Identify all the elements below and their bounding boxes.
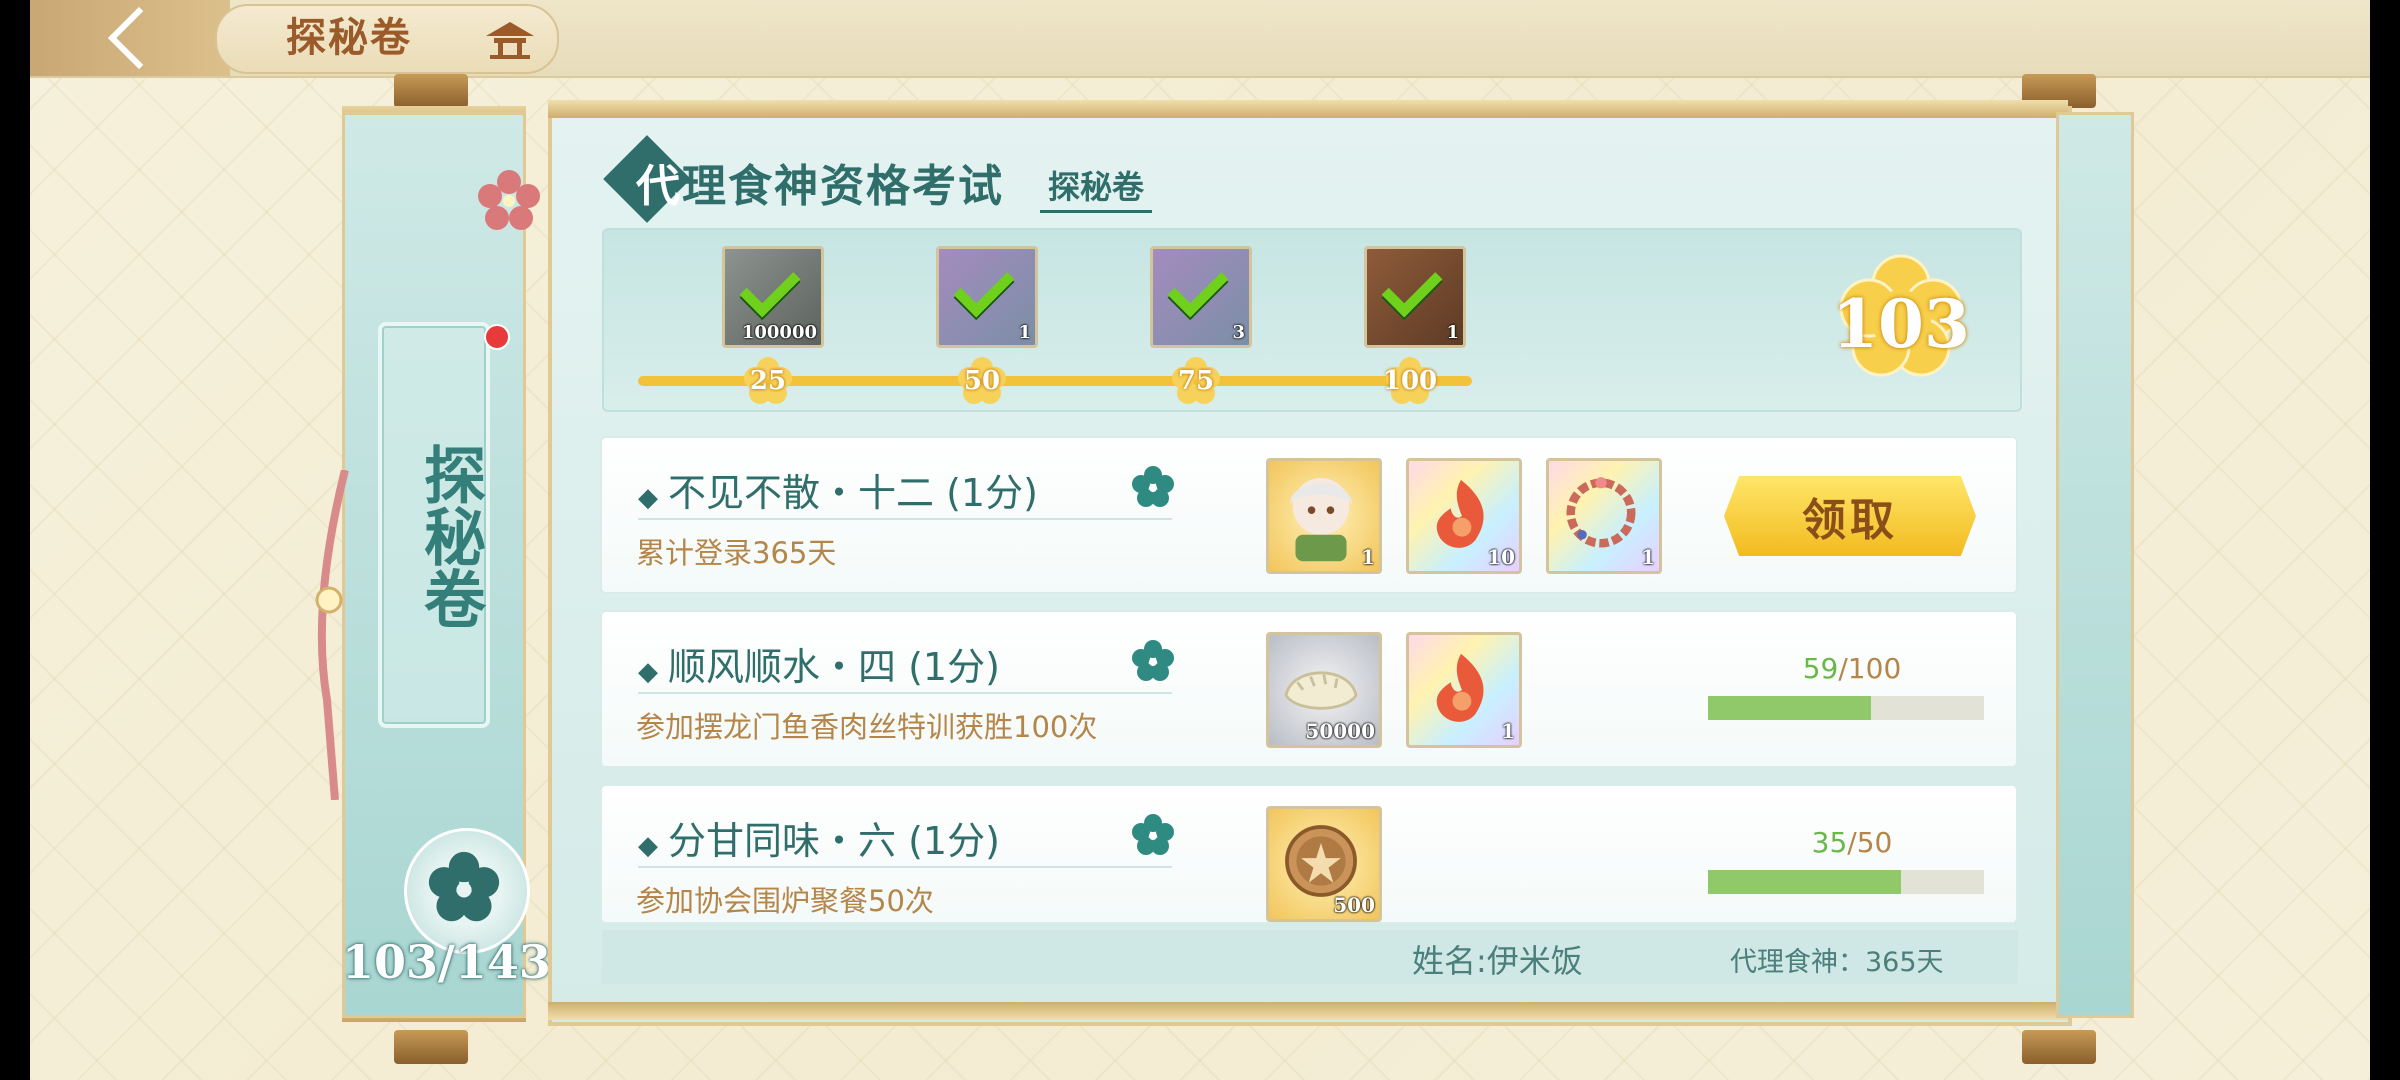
exam-title-rest: 理食神资格考试 xyxy=(682,161,1004,212)
player-name: 姓名:伊米饭 xyxy=(1412,942,1583,980)
notification-dot xyxy=(484,324,510,350)
progress-total: /50 xyxy=(1847,826,1893,859)
task-name-text: 顺风顺水・四 (1分) xyxy=(668,645,1000,689)
task-progress-text: 59/100 xyxy=(1712,652,1992,685)
task-row: ◆ 不见不散・十二 (1分) 累计登录365天 1 10 1 领取 xyxy=(600,436,2018,594)
pavilion-icon[interactable] xyxy=(482,16,538,60)
diamond-bullet-icon: ◆ xyxy=(638,831,658,861)
task-name: ◆ 不见不散・十二 (1分) xyxy=(638,462,1038,517)
reward-qty: 1 xyxy=(1018,322,1031,343)
reward-item[interactable]: 500 xyxy=(1266,806,1382,922)
check-icon xyxy=(1167,256,1229,318)
left-progress-count: 103/143 xyxy=(342,935,551,989)
tab-explore-scroll[interactable]: 探秘卷 xyxy=(1040,162,1153,213)
paper-bottom-edge xyxy=(548,1002,2068,1020)
reward-qty: 1 xyxy=(1641,545,1655,569)
reward-qty: 1 xyxy=(1446,322,1459,343)
milestone-reward-2[interactable]: 1 xyxy=(936,246,1038,348)
milestone-reward-3[interactable]: 3 xyxy=(1150,246,1252,348)
info-footer: 姓名:伊米饭 代理食神：365天 xyxy=(602,930,2018,984)
task-progress-bar xyxy=(1708,870,1984,894)
task-progress-text: 35/50 xyxy=(1712,826,1992,859)
top-bar: 探秘卷 xyxy=(30,0,2370,78)
plum-blossom-icon xyxy=(1132,640,1174,681)
progress-total: /100 xyxy=(1838,652,1902,685)
milestone-label: 25 xyxy=(749,366,787,396)
progress-fill xyxy=(1708,696,1871,720)
wreath-icon xyxy=(1566,477,1636,548)
diamond-bullet-icon: ◆ xyxy=(638,657,658,687)
page-title: 探秘卷 xyxy=(286,14,412,61)
paper-top-edge xyxy=(548,100,2068,118)
task-description: 参加协会围炉聚餐50次 xyxy=(636,884,934,918)
tassel-icon xyxy=(315,470,349,800)
right-scroll-rod xyxy=(2056,112,2134,1018)
left-title-box: 探秘卷 xyxy=(378,322,490,728)
reward-qty: 100000 xyxy=(741,322,817,343)
check-icon xyxy=(739,256,801,318)
task-row: ◆ 顺风顺水・四 (1分) 参加摆龙门鱼香肉丝特训获胜100次 50000 1 5… xyxy=(600,610,2018,768)
reward-qty: 10 xyxy=(1487,545,1515,569)
task-description: 累计登录365天 xyxy=(636,536,837,570)
milestone-reward-1[interactable]: 100000 xyxy=(722,246,824,348)
milestone-label: 75 xyxy=(1177,366,1215,396)
diamond-bullet-icon: ◆ xyxy=(638,483,658,513)
reward-qty: 3 xyxy=(1232,322,1245,343)
flower-ornament-icon xyxy=(478,170,540,230)
back-arrow-icon xyxy=(107,6,171,70)
reward-item[interactable]: 1 xyxy=(1266,458,1382,574)
divider xyxy=(638,866,1172,868)
exam-title-first-char: 代 xyxy=(636,161,682,212)
game-screen: 探秘卷 探秘卷 103/143 代理食神资格考试 探秘卷 100000 1 3 … xyxy=(30,0,2370,1080)
total-score: 103 xyxy=(1832,285,1970,363)
reward-qty: 1 xyxy=(1361,545,1375,569)
reward-item[interactable]: 1 xyxy=(1546,458,1662,574)
task-name-text: 不见不散・十二 (1分) xyxy=(668,471,1038,515)
check-icon xyxy=(1381,256,1443,318)
reward-item[interactable]: 1 xyxy=(1406,632,1522,748)
reward-qty: 50000 xyxy=(1305,719,1375,743)
right-rod-bottom-knob xyxy=(2022,1030,2096,1064)
milestone-reward-4[interactable]: 1 xyxy=(1364,246,1466,348)
reward-item[interactable]: 50000 xyxy=(1266,632,1382,748)
divider xyxy=(638,518,1172,520)
check-icon xyxy=(953,256,1015,318)
exam-title: 代理食神资格考试 xyxy=(636,150,1004,214)
plum-blossom-icon xyxy=(428,851,500,922)
flame-spirit-icon xyxy=(1436,653,1484,722)
task-progress-bar xyxy=(1708,696,1984,720)
divider xyxy=(638,692,1172,694)
left-rod-bottom-knob xyxy=(394,1030,468,1064)
progress-current: 59 xyxy=(1802,652,1839,685)
task-row: ◆ 分甘同味・六 (1分) 参加协会围炉聚餐50次 500 35/50 xyxy=(600,784,2018,924)
task-name: ◆ 分甘同味・六 (1分) xyxy=(638,810,1000,865)
task-name: ◆ 顺风顺水・四 (1分) xyxy=(638,636,1000,691)
back-button[interactable] xyxy=(30,0,230,76)
reward-item[interactable]: 10 xyxy=(1406,458,1522,574)
progress-current: 35 xyxy=(1811,826,1848,859)
claim-button[interactable]: 领取 xyxy=(1724,476,1976,556)
task-name-text: 分甘同味・六 (1分) xyxy=(668,819,1000,863)
progress-fill xyxy=(1708,870,1902,894)
agent-days: 代理食神：365天 xyxy=(1730,947,1944,978)
plum-blossom-icon xyxy=(1132,466,1174,507)
milestone-label: 100 xyxy=(1382,366,1438,396)
left-rod-top-knob xyxy=(394,74,468,108)
character-portrait-icon xyxy=(1289,478,1353,562)
left-panel-title: 探秘卷 xyxy=(413,443,486,629)
milestone-label: 50 xyxy=(963,366,1001,396)
task-description: 参加摆龙门鱼香肉丝特训获胜100次 xyxy=(636,710,1098,744)
reward-qty: 1 xyxy=(1501,719,1515,743)
reward-qty: 500 xyxy=(1333,893,1375,917)
plum-blossom-icon xyxy=(1132,814,1174,855)
